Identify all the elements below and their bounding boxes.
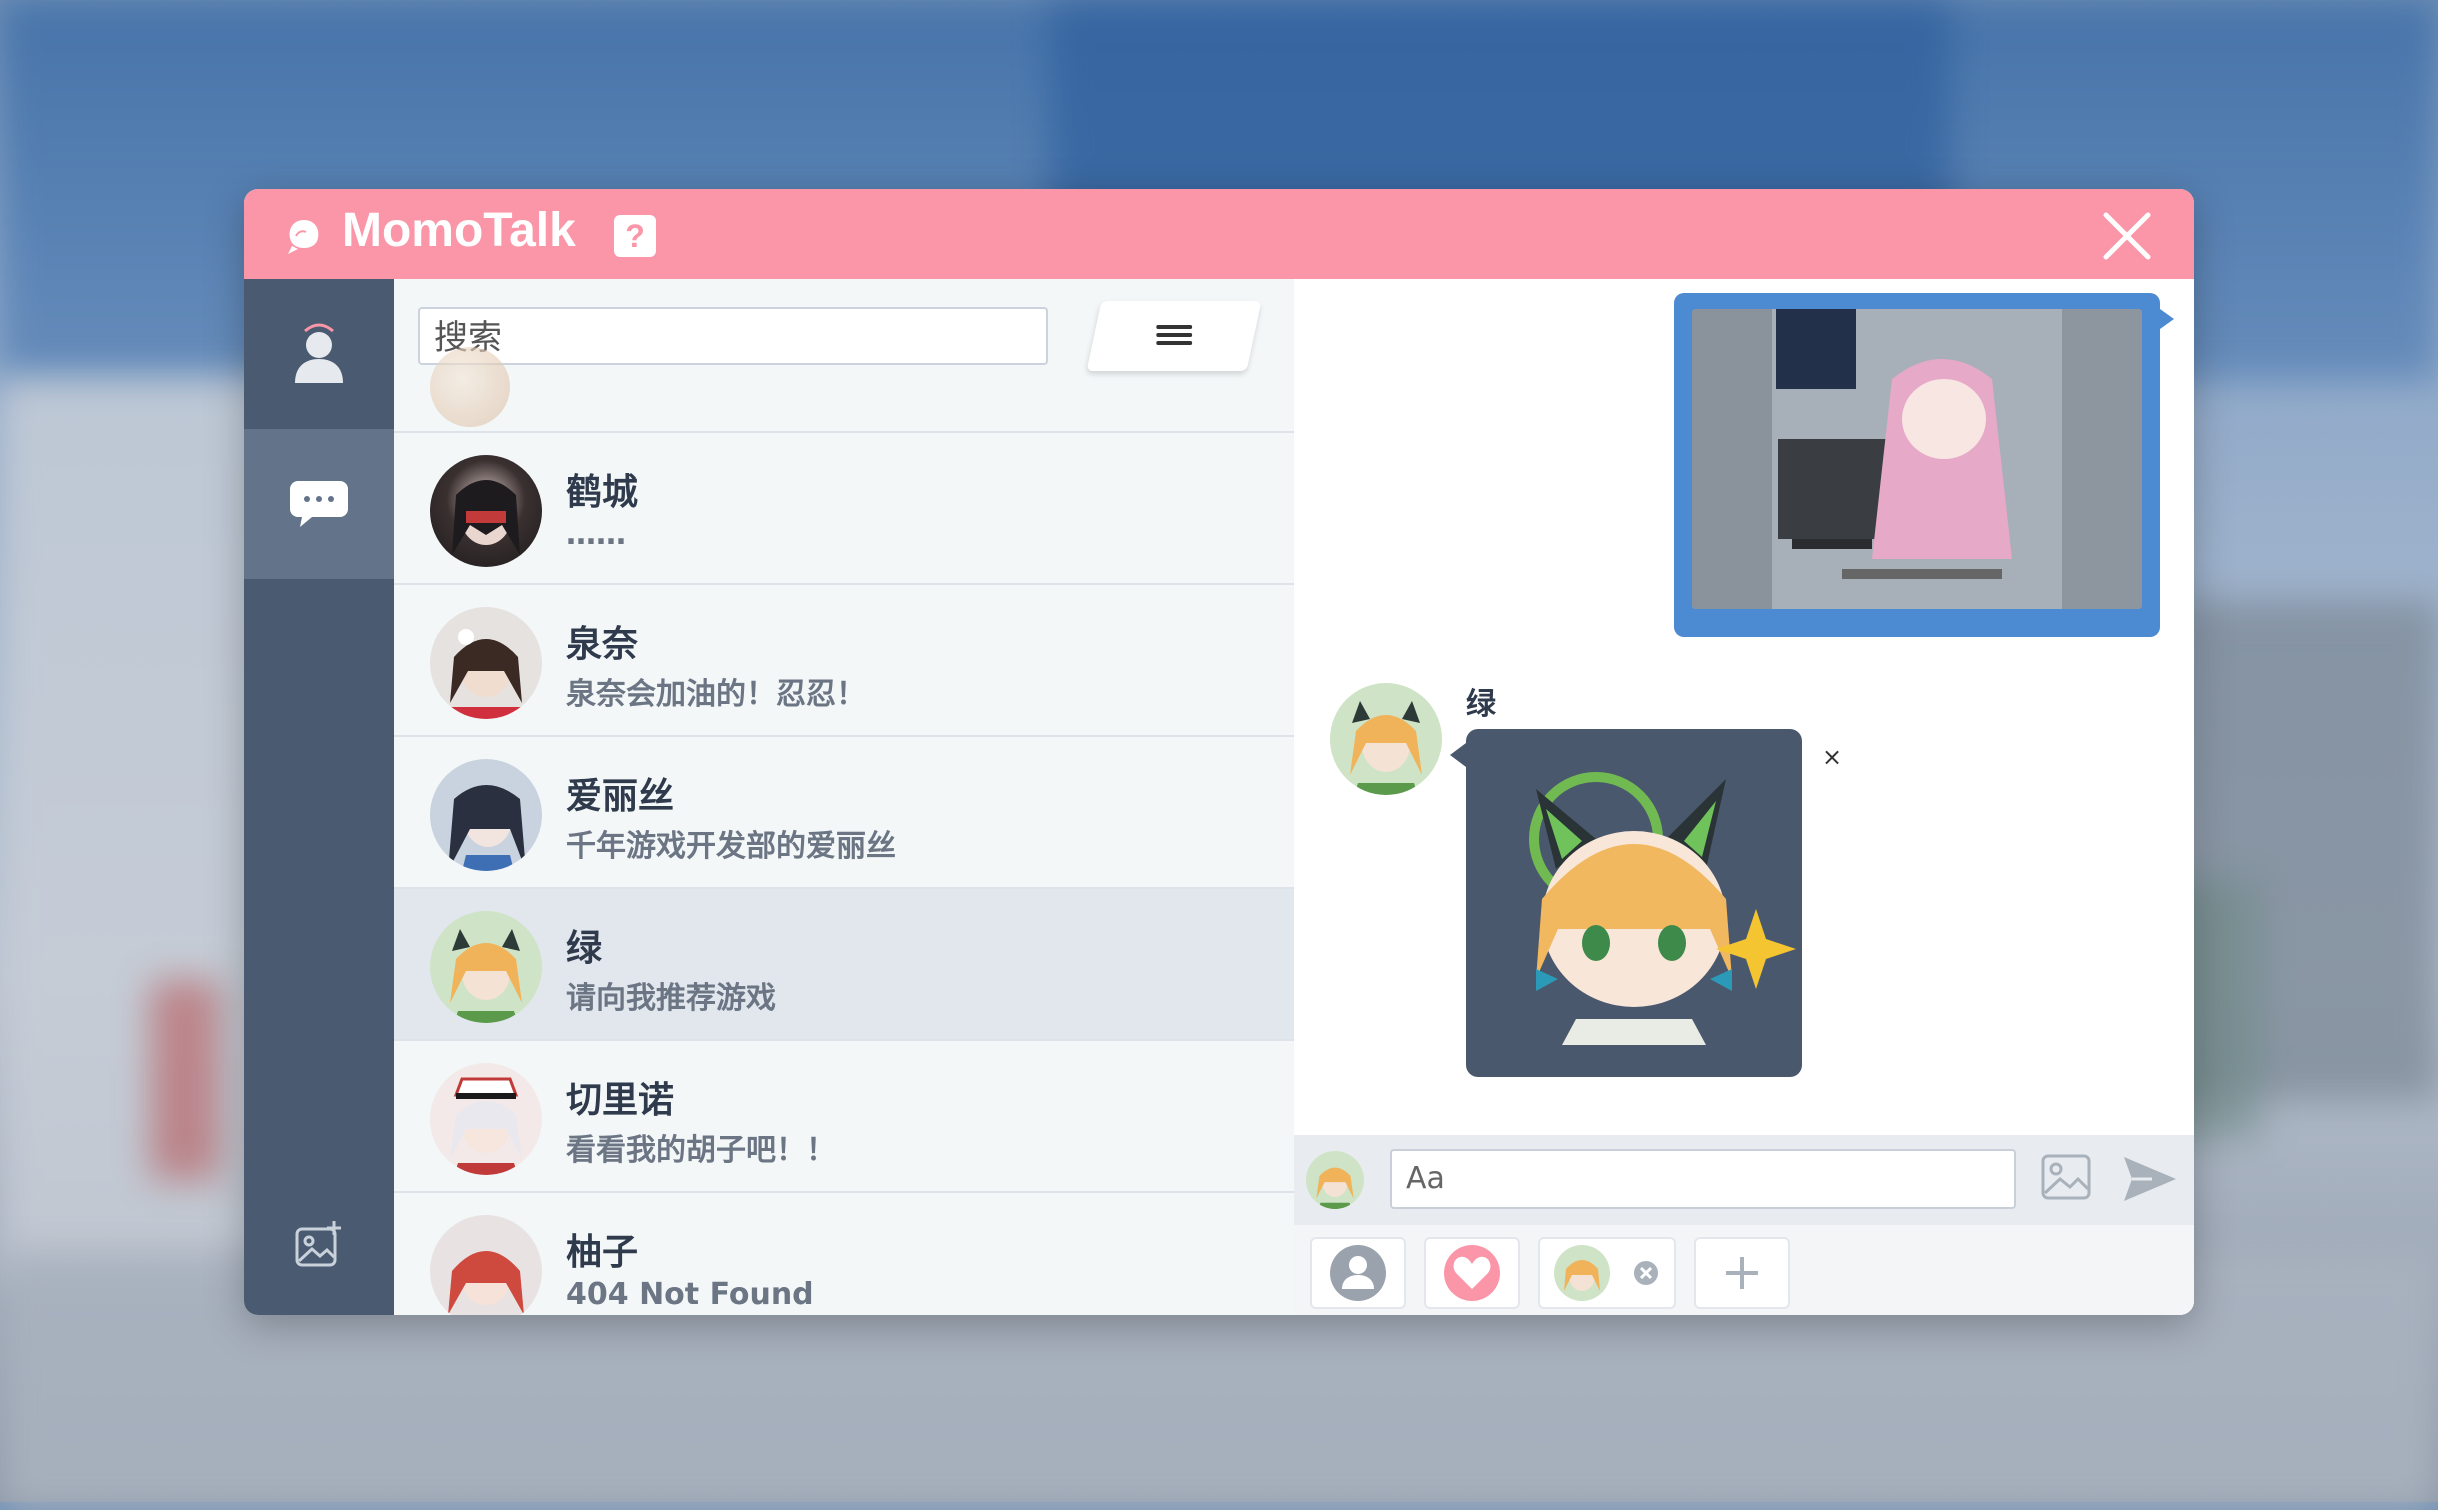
sent-message-bubble	[1674, 293, 2174, 637]
background-extinguisher	[150, 980, 220, 1180]
contact-name: 柚子	[566, 1232, 639, 1273]
contact-item[interactable]: 切里诺 看看我的胡子吧！！	[394, 1041, 1294, 1193]
plus-icon	[1726, 1257, 1758, 1289]
sender-avatar[interactable]	[1306, 1151, 1364, 1209]
contact-item[interactable]: 柚子 404 Not Found	[394, 1193, 1294, 1315]
sidebar-profile-button[interactable]	[244, 279, 394, 429]
contact-last-message: 看看我的胡子吧！！	[566, 1133, 836, 1168]
chat-bubble-icon	[290, 481, 348, 527]
menu-button[interactable]	[1086, 301, 1262, 371]
contact-list-pane: 搜索 鹤城 …… 泉奈 泉奈会加油的！忍忍！ 爱丽丝 千年游戏开发部的爱丽丝 绿…	[394, 279, 1295, 1315]
recipient-avatar	[1330, 683, 1442, 795]
avatar	[430, 347, 510, 427]
contact-item[interactable]: 泉奈 泉奈会加油的！忍忍！	[394, 585, 1294, 737]
heart-icon	[1444, 1245, 1500, 1301]
message-input[interactable]: Aa	[1390, 1149, 2016, 1209]
avatar	[430, 911, 542, 1023]
send-icon[interactable]	[2122, 1155, 2178, 1203]
quick-heart-button[interactable]	[1424, 1237, 1520, 1309]
remove-sticker-button[interactable]: ×	[1822, 743, 1842, 771]
contact-name: 切里诺	[566, 1080, 675, 1121]
user-circle-icon	[1330, 1245, 1386, 1301]
image-add-icon	[295, 1221, 341, 1267]
user-icon	[295, 323, 343, 383]
close-icon[interactable]	[2100, 209, 2154, 263]
contact-name: 绿	[566, 928, 603, 969]
avatar	[430, 455, 542, 567]
contact-name: 泉奈	[566, 624, 639, 665]
list-item[interactable]	[394, 347, 1294, 433]
contact-item[interactable]: 爱丽丝 千年游戏开发部的爱丽丝	[394, 737, 1294, 889]
avatar	[430, 1215, 542, 1315]
contact-last-message: 404 Not Found	[566, 1277, 814, 1312]
message-input-row: Aa	[1294, 1135, 2194, 1225]
sidebar-chat-button[interactable]	[244, 429, 394, 579]
titlebar: MomoTalk ?	[244, 189, 2194, 279]
app-title: MomoTalk	[342, 204, 576, 257]
momotalk-window: MomoTalk ? 搜索 鹤城 …… 泉奈 泉奈会加油的！忍忍！ 爱丽丝 千年…	[244, 189, 2194, 1315]
received-sticker[interactable]	[1450, 729, 1802, 1077]
recipient-name: 绿	[1466, 687, 1496, 722]
chat-pane: 绿 × Aa	[1294, 279, 2194, 1315]
character-avatar-icon	[1554, 1245, 1658, 1301]
quick-user-button[interactable]	[1310, 1237, 1406, 1309]
hamburger-icon	[1156, 325, 1193, 345]
contact-item-selected[interactable]: 绿 请向我推荐游戏	[394, 889, 1294, 1041]
contact-name: 鹤城	[566, 472, 639, 513]
avatar	[430, 1063, 542, 1175]
avatar	[430, 607, 542, 719]
contact-item[interactable]: 鹤城 ……	[394, 433, 1294, 585]
sidebar	[244, 279, 394, 1315]
sent-image[interactable]	[1692, 309, 2142, 609]
contact-last-message: ……	[566, 517, 626, 552]
contact-name: 爱丽丝	[566, 776, 675, 817]
contact-last-message: 泉奈会加油的！忍忍！	[566, 677, 866, 712]
help-button[interactable]: ?	[614, 215, 656, 257]
image-icon[interactable]	[2040, 1153, 2092, 1203]
contact-last-message: 请向我推荐游戏	[566, 981, 776, 1016]
quick-actions-row	[1294, 1225, 2194, 1315]
quick-character-button[interactable]	[1538, 1237, 1676, 1309]
contact-last-message: 千年游戏开发部的爱丽丝	[566, 829, 896, 864]
search-input[interactable]: 搜索	[418, 307, 1048, 365]
momotalk-logo-icon	[288, 220, 319, 254]
quick-add-button[interactable]	[1694, 1237, 1790, 1309]
avatar	[430, 759, 542, 871]
sidebar-add-image-button[interactable]	[244, 1179, 394, 1309]
